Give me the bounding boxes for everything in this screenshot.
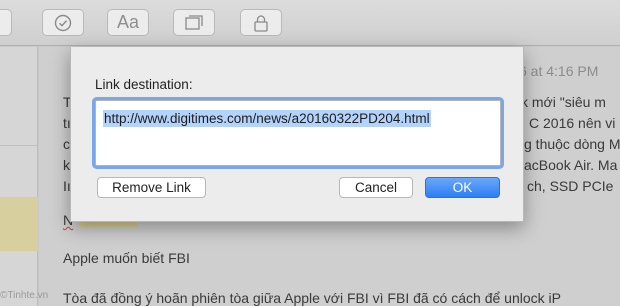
lock-button[interactable] <box>240 9 282 36</box>
cancel-button[interactable]: Cancel <box>339 177 413 198</box>
attachment-browser-button[interactable] <box>173 9 215 36</box>
list-divider <box>0 145 38 146</box>
lock-icon <box>254 14 268 32</box>
note-line: c <box>63 136 70 152</box>
note-paragraph: Apple muốn biết FBI <box>63 250 190 266</box>
link-dialog: Link destination: http://www.digitimes.c… <box>70 47 524 222</box>
toolbar: Aa <box>0 0 620 46</box>
note-line: C 2016 nên vi <box>529 115 616 131</box>
note-paragraph: Tòa đã đồng ý hoãn phiên tòa giữa Apple … <box>63 290 561 306</box>
note-line: k mới "siêu m <box>521 94 606 110</box>
link-url-text[interactable]: http://www.digitimes.com/news/a20160322P… <box>103 110 431 127</box>
note-line: acBook Air. Ma <box>524 157 618 173</box>
watermark: ©Tinhte.vn <box>0 290 49 301</box>
note-line: k <box>63 157 70 173</box>
checkmark-circle-icon <box>54 14 72 31</box>
notes-list-pane[interactable] <box>0 47 38 306</box>
toolbar-button-partial[interactable] <box>0 9 12 36</box>
text-format-icon: Aa <box>116 12 140 32</box>
gallery-icon <box>185 14 203 30</box>
ok-button[interactable]: OK <box>425 177 500 198</box>
checklist-button[interactable] <box>42 9 84 36</box>
note-line: ch, SSD PCIe <box>527 178 614 194</box>
remove-link-button[interactable]: Remove Link <box>97 177 206 198</box>
note-date: 6 at 4:16 PM <box>519 63 599 79</box>
format-button[interactable]: Aa <box>107 9 149 36</box>
selected-note-row[interactable] <box>0 197 38 251</box>
link-url-field[interactable]: http://www.digitimes.com/news/a20160322P… <box>95 100 501 166</box>
link-destination-label: Link destination: <box>95 77 193 92</box>
note-line: g thuộc dòng M <box>524 136 620 152</box>
